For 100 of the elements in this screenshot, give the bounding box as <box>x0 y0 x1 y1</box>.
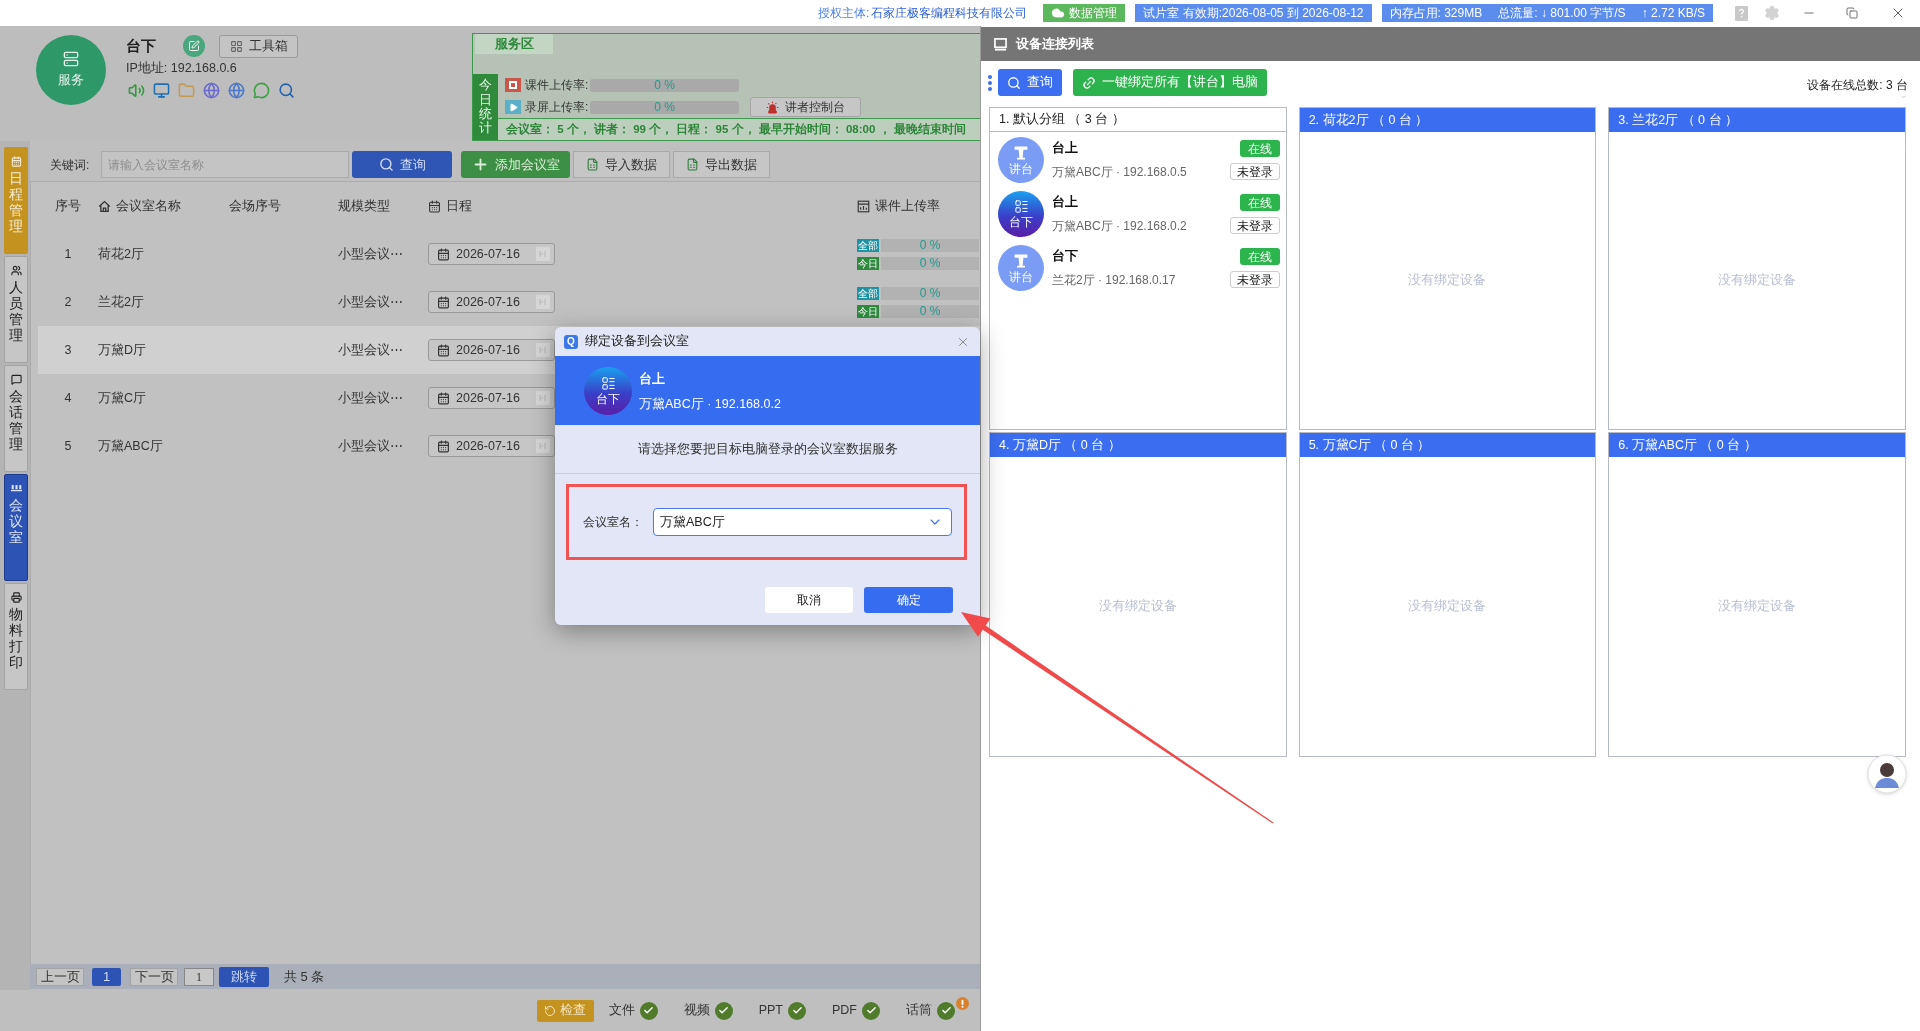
sidebar-tab[interactable]: 人员管理 <box>4 256 28 363</box>
chart-icon <box>857 199 870 213</box>
import-button[interactable]: 导入数据 <box>573 151 671 178</box>
confirm-button[interactable]: 确定 <box>864 587 953 613</box>
export-button[interactable]: 导出数据 <box>673 151 771 178</box>
speaker-console-button[interactable]: 讲者控制台 <box>750 97 861 117</box>
progress-reading: 0 % <box>654 99 675 116</box>
badge-text: ↑ 2.72 KB/S <box>1641 5 1705 22</box>
edit-icon[interactable] <box>183 35 205 57</box>
help-icon[interactable] <box>1735 5 1748 21</box>
online-total: 设备在线总数: 3 台 <box>1807 76 1908 94</box>
sidebar-tab[interactable]: 物料打印 <box>4 583 28 690</box>
square-icon[interactable] <box>536 439 550 453</box>
printer-icon <box>10 592 22 603</box>
square-icon[interactable] <box>536 343 550 357</box>
device-row[interactable]: 讲台 台下 在线 兰花2厅 · 192.168.0.17 未登录 <box>990 241 1286 295</box>
monitor-icon[interactable] <box>153 81 170 99</box>
progress-reading: 0 % <box>919 303 941 320</box>
settings-icon[interactable] <box>1764 5 1780 21</box>
refresh-icon <box>544 1004 557 1017</box>
toolbox-button[interactable]: 工具箱 <box>219 34 298 58</box>
square-icon[interactable] <box>536 391 550 405</box>
table-cell-text: 兰花2厅 <box>98 293 145 311</box>
table-cell-text: 小型会议⋯ <box>338 341 404 359</box>
chat-icon <box>10 374 22 385</box>
device-row[interactable]: 台下 台上 在线 万黛ABC厅 · 192.168.0.2 未登录 <box>990 187 1286 241</box>
progress-reading: 0 % <box>919 285 941 302</box>
group-header: 4. 万黛D厅 （ 0 台 ） <box>990 433 1286 457</box>
group-header: 2. 荷花2厅 （ 0 台 ） <box>1299 108 1596 132</box>
rate-label: 录屏上传率: <box>525 99 590 116</box>
device-detail: 万黛ABC厅 · 192.168.0.5 <box>1052 163 1187 181</box>
license-holder: 石家庄极客编程科技有限公司 <box>871 5 1028 22</box>
table-cell-text: 荷花2厅 <box>98 245 145 263</box>
date-field[interactable]: 2026-07-16 <box>428 435 555 457</box>
globe-icon[interactable] <box>228 81 245 99</box>
empty-message: 没有绑定设备 <box>1718 598 1797 616</box>
more-icon[interactable] <box>988 74 992 91</box>
today-stats-label: 今日统计 <box>473 74 498 140</box>
search-icon[interactable] <box>278 81 295 99</box>
lectern-icon <box>1013 252 1029 269</box>
page-button[interactable]: 1 <box>92 967 121 986</box>
column-header: 规模类型 <box>338 197 390 216</box>
field-label: 会议室名： <box>583 514 643 531</box>
status-label: 话筒 <box>906 1002 932 1020</box>
login-badge: 未登录 <box>1229 271 1280 289</box>
sidebar-tab[interactable]: 会议室 <box>4 474 28 581</box>
calendar-icon <box>437 439 450 453</box>
calendar-icon <box>437 343 450 357</box>
speaker-icon[interactable] <box>128 81 145 99</box>
date-field[interactable]: 2026-07-16 <box>428 339 555 361</box>
date-field[interactable]: 2026-07-16 <box>428 243 555 265</box>
upload-tag: 全部 <box>857 286 879 300</box>
avatar-label: 台下 <box>1009 215 1033 229</box>
search-button[interactable]: 查询 <box>998 69 1062 96</box>
avatar-label: 讲台 <box>1009 269 1033 284</box>
badge-text: 总流量: ↓ 801.00 字节/S <box>1498 5 1626 22</box>
computer-icon <box>994 37 1007 51</box>
lectern-icon <box>1013 144 1029 161</box>
table-cell-text: 小型会议⋯ <box>338 293 404 311</box>
device-row[interactable]: 讲台 台上 在线 万黛ABC厅 · 192.168.0.5 未登录 <box>990 133 1286 187</box>
search-icon <box>1007 75 1021 90</box>
calendar-icon <box>437 391 450 405</box>
online-badge: 在线 <box>1239 194 1280 211</box>
login-badge: 未登录 <box>1229 217 1280 235</box>
page-input[interactable]: 1 <box>184 967 214 986</box>
server-icon <box>63 50 79 69</box>
device-name: 台上 <box>1052 140 1078 158</box>
table-cell-text: 万黛C厅 <box>98 389 148 407</box>
calendar-icon <box>437 247 450 261</box>
browser-icon[interactable] <box>203 81 220 99</box>
table-cell-text: 小型会议⋯ <box>338 437 404 455</box>
search-button[interactable]: 查询 <box>352 151 453 178</box>
folder-icon[interactable] <box>178 81 195 99</box>
empty-message: 没有绑定设备 <box>1718 272 1797 290</box>
cloud-icon <box>1051 6 1066 20</box>
table-cell-text: 3 <box>64 341 72 359</box>
jump-button[interactable]: 跳转 <box>219 966 269 987</box>
date-field[interactable]: 2026-07-16 <box>428 387 555 409</box>
column-header: 会场序号 <box>229 197 281 216</box>
spreadsheet-icon <box>686 158 700 171</box>
badge-text: 试片室 有效期:2026-08-05 到 2026-08-12 <box>1143 5 1364 22</box>
restore-icon[interactable] <box>1846 7 1858 19</box>
device-name: 台上 <box>1052 194 1078 212</box>
date-field[interactable]: 2026-07-16 <box>428 291 555 313</box>
cancel-button[interactable]: 取消 <box>765 587 853 613</box>
prev-page-button[interactable]: 上一页 <box>36 967 84 986</box>
column-header: 课件上传率 <box>875 197 940 216</box>
sidebar-tab[interactable]: 会话管理 <box>4 365 28 472</box>
spreadsheet-icon <box>586 158 600 171</box>
group-header: 5. 万黛C厅 （ 0 台 ） <box>1299 433 1596 457</box>
room-select[interactable]: 万黛ABC厅 <box>653 508 952 536</box>
next-page-button[interactable]: 下一页 <box>130 967 178 986</box>
assistant-avatar-icon[interactable] <box>1867 754 1907 794</box>
calendar-icon <box>10 156 22 167</box>
license-label: 授权主体: <box>818 5 870 22</box>
empty-message: 没有绑定设备 <box>1408 272 1487 290</box>
list-icon <box>600 375 616 391</box>
avatar-label: 服务 <box>58 71 84 90</box>
chat-icon[interactable] <box>253 81 270 99</box>
app-logo: Q <box>564 334 578 349</box>
